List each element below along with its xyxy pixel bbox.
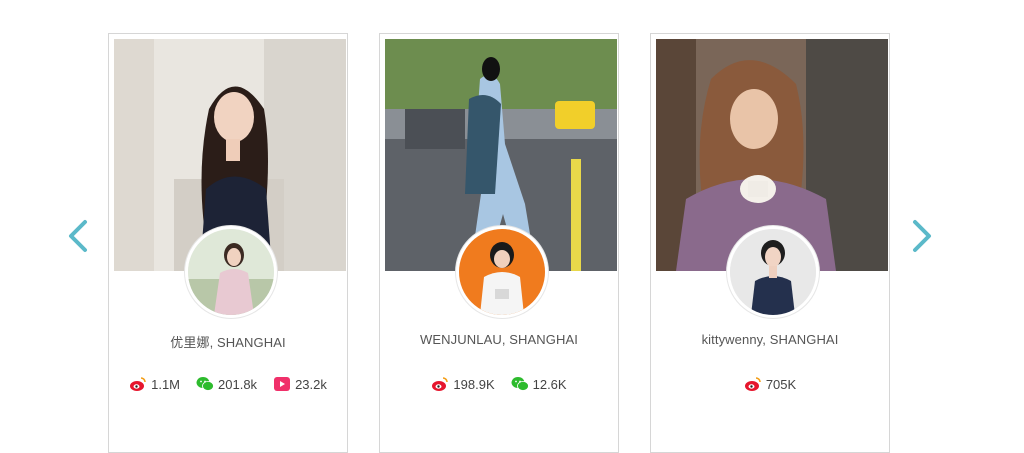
carousel-prev-button[interactable] [62, 216, 92, 256]
weibo-stat: 705K [744, 376, 796, 392]
wechat-icon [511, 376, 529, 392]
weibo-icon [744, 376, 762, 392]
stats-row: 1.1M 201.8k 23.2k [109, 376, 347, 392]
weibo-stat: 1.1M [129, 376, 180, 392]
influencer-card[interactable]: 优里娜, SHANGHAI 1.1M 201.8k 23.2k [108, 33, 348, 453]
weibo-icon [431, 376, 449, 392]
avatar [456, 226, 548, 318]
influencer-card[interactable]: kittywenny, SHANGHAI 705K [650, 33, 890, 453]
avatar [185, 226, 277, 318]
weibo-stat: 198.9K [431, 376, 495, 392]
influencer-name: WENJUNLAU, SHANGHAI [420, 332, 578, 347]
avatar [727, 226, 819, 318]
chevron-left-icon [69, 220, 87, 252]
influencer-name: kittywenny, SHANGHAI [701, 332, 839, 347]
influencer-card[interactable]: WENJUNLAU, SHANGHAI 198.9K 12.6K [379, 33, 619, 453]
wechat-stat: 12.6K [511, 376, 567, 392]
weibo-icon [129, 376, 147, 392]
video-stat: 23.2k [273, 376, 327, 392]
wechat-icon [196, 376, 214, 392]
influencer-name: 优里娜, SHANGHAI [170, 335, 286, 350]
stats-row: 198.9K 12.6K [380, 376, 618, 392]
carousel-next-button[interactable] [908, 216, 938, 256]
video-icon [273, 376, 291, 392]
chevron-right-icon [913, 220, 931, 252]
wechat-stat: 201.8k [196, 376, 257, 392]
stats-row: 705K [651, 376, 889, 392]
